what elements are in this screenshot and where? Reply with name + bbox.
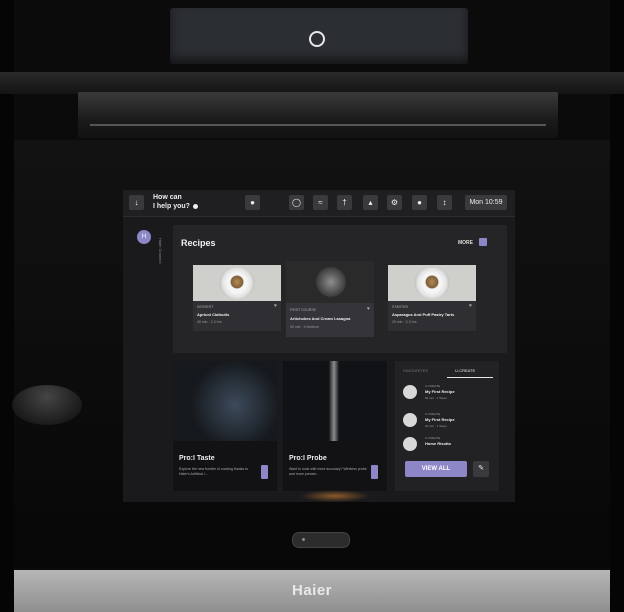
more-button[interactable] (479, 238, 487, 246)
feature-title: Pro:I Probe (289, 455, 327, 462)
recipe-image (388, 265, 476, 301)
brand-logo: Haier (291, 582, 333, 599)
help-icon (193, 204, 198, 209)
probe-icon[interactable]: † (337, 195, 352, 210)
settings-icon[interactable]: ● (412, 195, 427, 210)
list-item[interactable]: U-CREATE My First Recipe 60 min · 1 Step… (403, 381, 493, 405)
list-item[interactable]: U-CREATE Home Risotto (403, 433, 493, 457)
feature-desc: Explore the new frontier of cooking than… (179, 467, 249, 476)
wifi-icon[interactable]: ≈ (313, 195, 328, 210)
more-link[interactable]: MORE (458, 240, 473, 246)
item-sub: U-CREATE (425, 412, 441, 416)
item-name: My First Recipe (425, 417, 455, 422)
recipe-name: Apricot Clafoutis (197, 312, 230, 317)
recipe-meta: 30 min · 4 Medium (290, 325, 319, 329)
door-handle[interactable] (292, 532, 350, 548)
feature-image (283, 361, 387, 441)
item-meta: 60 min · 1 Steps (425, 396, 447, 400)
item-meta: 20 min · 1 Steps (425, 424, 447, 428)
feature-card-taste[interactable]: Pro:I Taste Explore the new frontier of … (173, 361, 277, 491)
handle-indicator (302, 538, 305, 541)
power-button[interactable] (309, 31, 325, 47)
avatar[interactable]: H (137, 230, 151, 244)
feature-card-probe[interactable]: Pro:I Probe Want to cook with more accur… (283, 361, 387, 491)
recipe-name: Artichokes And Cream Lasagna (290, 316, 351, 321)
item-sub: U-CREATE (425, 384, 441, 388)
help-line2[interactable]: I help you? (153, 203, 190, 210)
recipe-category: STARTER (392, 305, 409, 309)
tab-indicator (447, 377, 493, 378)
clock: Mon 10:59 (465, 195, 507, 210)
recipes-panel: Recipes MORE DESSERT ♥ Apricot Clafoutis… (173, 225, 507, 353)
down-arrow-icon[interactable]: ↓ (129, 195, 144, 210)
oven-display: ↓ How can I help you? ● ◯ ≈ † ▴ ⚙ ● ↕ Mo… (123, 190, 515, 502)
recipe-meta: 25 min · 2-3 hrs (392, 320, 417, 324)
vent-line (90, 124, 546, 126)
edit-icon[interactable]: ✎ (473, 461, 489, 477)
gear-icon[interactable]: ⚙ (387, 195, 402, 210)
recipe-image (286, 261, 374, 303)
status-bar: ↓ How can I help you? ● ◯ ≈ † ▴ ⚙ ● ↕ Mo… (123, 190, 515, 217)
feature-image (173, 361, 277, 441)
recipes-title: Recipes (181, 238, 216, 248)
list-item[interactable]: U-CREATE My First Recipe 20 min · 1 Step… (403, 409, 493, 433)
reflection-bowl (12, 385, 82, 425)
feature-go-button[interactable] (261, 465, 268, 479)
recipe-thumb (403, 437, 417, 451)
feature-desc: Want to cook with more accuracy? Wireles… (289, 467, 367, 476)
lock-icon[interactable]: ● (245, 195, 260, 210)
tab-ucreate[interactable]: U-CREATE (455, 368, 475, 373)
recipe-thumb (403, 413, 417, 427)
heart-icon[interactable]: ♥ (367, 306, 370, 312)
recipe-card[interactable]: STARTER ♥ Asparagus And Puff Pastry Tart… (388, 265, 476, 331)
oven-vent (78, 92, 558, 138)
feature-title: Pro:I Taste (179, 455, 215, 462)
feature-go-button[interactable] (371, 465, 378, 479)
recipe-image (193, 265, 281, 301)
rail-label: Haier Connect (158, 238, 163, 264)
item-name: Home Risotto (425, 441, 451, 446)
recipe-category: FIRST COURSE (290, 308, 316, 312)
recipe-name: Asparagus And Puff Pastry Tarts (392, 312, 455, 317)
bell-icon[interactable]: ▴ (363, 195, 378, 210)
timer-icon[interactable]: ◯ (289, 195, 304, 210)
recipe-card[interactable]: FIRST COURSE ♥ Artichokes And Cream Lasa… (286, 261, 374, 337)
item-sub: U-CREATE (425, 436, 441, 440)
view-all-button[interactable]: VIEW ALL (405, 461, 467, 477)
ucreate-panel: FAVOURITES U-CREATE U-CREATE My First Re… (395, 361, 499, 491)
help-line1[interactable]: How can (153, 194, 182, 201)
recipe-card[interactable]: DESSERT ♥ Apricot Clafoutis 45 min · 2-3… (193, 265, 281, 331)
temperature-icon[interactable]: ↕ (437, 195, 452, 210)
reflection-glow (300, 490, 370, 502)
heart-icon[interactable]: ♥ (274, 303, 277, 309)
recipe-meta: 45 min · 2-3 hrs (197, 320, 222, 324)
tab-favourites[interactable]: FAVOURITES (403, 368, 428, 373)
vent-band (0, 72, 624, 94)
recipe-category: DESSERT (197, 305, 214, 309)
item-name: My First Recipe (425, 389, 455, 394)
recipe-thumb (403, 385, 417, 399)
heart-icon[interactable]: ♥ (469, 303, 472, 309)
